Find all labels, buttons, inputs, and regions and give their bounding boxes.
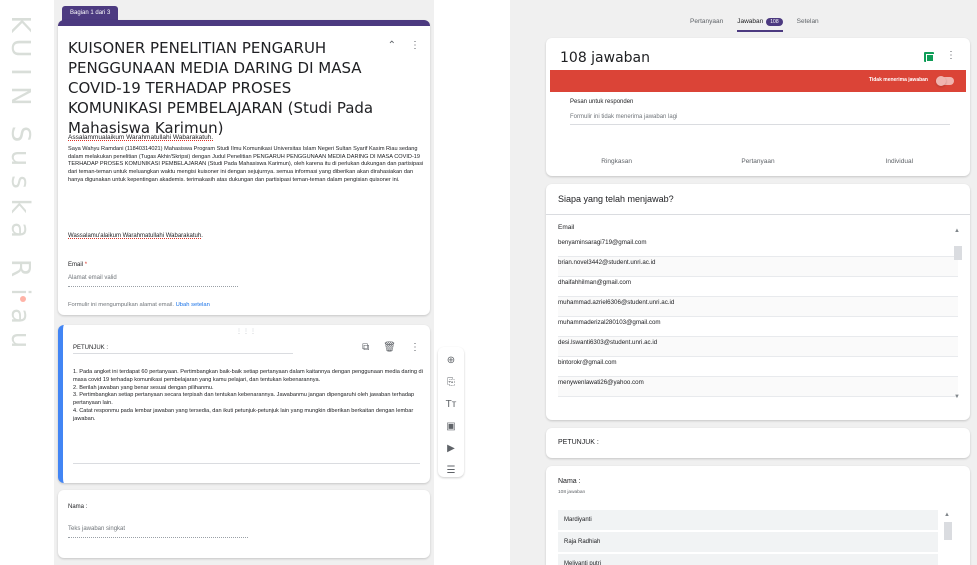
more-vert-icon[interactable]: ⋮ — [410, 342, 420, 353]
scroll-up-icon[interactable]: ▲ — [944, 512, 950, 518]
response-count: 108 jawaban — [560, 50, 651, 66]
email-collection-note: Formulir ini mengumpulkan alamat email. … — [68, 302, 210, 308]
email-list[interactable]: Email benyaminsaragi719@gmail.com brian.… — [558, 224, 958, 408]
subtab-question[interactable]: Pertanyaan — [687, 158, 828, 165]
petunjuk-question-card[interactable]: ⋮⋮⋮ PETUNJUK : ⧉ 🗑 ⋮ 1. Pada angket ini … — [58, 325, 430, 483]
top-tabs: Pertanyaan Jawaban 108 Setelan — [690, 18, 819, 32]
list-item: menywenlawati26@yahoo.com — [558, 377, 958, 397]
not-accepting-label: Tidak menerima jawaban — [868, 77, 928, 83]
divider — [73, 463, 420, 464]
nama-summary-card: Nama : 108 jawaban Mardiyanti Raja Radhi… — [546, 466, 970, 565]
responses-panel: Pertanyaan Jawaban 108 Setelan 108 jawaba… — [510, 0, 977, 565]
list-item: muhammaderizal280103@gmail.com — [558, 317, 958, 337]
form-editor-panel: Bagian 1 dari 3 KUISONER PENELITIAN PENG… — [54, 0, 434, 565]
list-item: benyaminsaragi719@gmail.com — [558, 237, 958, 257]
more-vert-icon[interactable]: ⋮ — [410, 40, 420, 51]
response-subtabs: Ringkasan Pertanyaan Individual — [546, 158, 970, 165]
petunjuk-summary-card: PETUNJUK : — [546, 428, 970, 458]
add-image-icon[interactable]: ▣ — [443, 419, 459, 435]
required-marker: * — [84, 262, 88, 268]
add-question-icon[interactable]: ⊕ — [443, 353, 459, 369]
respondents-title: Siapa yang telah menjawab? — [558, 194, 674, 204]
scrollbar-thumb[interactable] — [944, 522, 952, 540]
respondents-card: Siapa yang telah menjawab? Email benyami… — [546, 184, 970, 420]
duplicate-icon[interactable]: ⧉ — [362, 342, 369, 353]
subtab-individual[interactable]: Individual — [829, 158, 970, 165]
watermark-letter: u — [5, 331, 35, 349]
list-item: desi.lswanti6303@student.unri.ac.id — [558, 337, 958, 357]
nama-summary-title: Nama : — [558, 478, 581, 485]
watermark-dot — [20, 296, 26, 302]
form-title[interactable]: KUISONER PENELITIAN PENGARUH PENGGUNAAN … — [68, 38, 378, 138]
tab-settings[interactable]: Setelan — [797, 18, 819, 32]
import-questions-icon[interactable]: ⎘ — [443, 375, 459, 391]
list-item: Meliyanti putri — [558, 554, 938, 565]
list-item: Raja Radhiah — [558, 532, 938, 552]
form-description: Saya Wahyu Ramdani (11840314021) Mahasis… — [68, 146, 424, 183]
more-vert-icon[interactable]: ⋮ — [946, 50, 956, 61]
add-video-icon[interactable]: ▶ — [443, 441, 459, 457]
nama-question-card[interactable]: Nama : Teks jawaban singkat — [58, 490, 430, 558]
petunjuk-description[interactable]: 1. Pada angket ini terdapat 60 pertanyaa… — [73, 369, 433, 424]
drag-handle-icon[interactable]: ⋮⋮⋮ — [236, 328, 257, 335]
list-item: Mardiyanti — [558, 510, 938, 530]
form-title-card[interactable]: KUISONER PENELITIAN PENGARUH PENGGUNAAN … — [58, 20, 430, 315]
email-column-header: Email — [558, 224, 575, 231]
short-answer-field[interactable]: Teks jawaban singkat — [68, 526, 248, 538]
floating-toolbar: ⊕ ⎘ Tт ▣ ▶ ☰ — [438, 347, 464, 477]
accepting-responses-toggle[interactable] — [936, 76, 954, 86]
scroll-up-icon[interactable]: ▲ — [954, 228, 960, 234]
change-settings-link[interactable]: Ubah setelan — [176, 302, 210, 308]
list-item: brian.novel3442@student.unri.ac.id — [558, 257, 958, 277]
petunjuk-summary-title: PETUNJUK : — [558, 439, 599, 446]
collapse-icon[interactable]: ⌃ — [388, 40, 396, 51]
closing-text: Wassalamu'alaikum Warahmatullahi Wabarak… — [68, 233, 203, 239]
responses-summary-card: 108 jawaban ⋮ Tidak menerima jawaban Pes… — [546, 38, 970, 176]
nama-question-title: Nama : — [68, 504, 88, 510]
nama-response-count: 108 jawaban — [558, 490, 586, 495]
add-section-icon[interactable]: ☰ — [443, 463, 459, 479]
name-answer-list[interactable]: Mardiyanti Raja Radhiah Meliyanti putri — [558, 510, 938, 565]
list-item: bintorokr@gmail.com — [558, 357, 958, 377]
email-field-label: Email * — [68, 262, 88, 268]
divider — [546, 214, 970, 215]
scroll-down-icon[interactable]: ▼ — [954, 394, 960, 400]
add-title-icon[interactable]: Tт — [443, 397, 459, 413]
email-field[interactable]: Alamat email valid — [68, 275, 238, 287]
delete-icon[interactable]: 🗑 — [383, 342, 396, 353]
scrollbar-thumb[interactable] — [954, 246, 962, 260]
responses-count-badge: 108 — [766, 18, 783, 26]
greeting-text: Assalammualaikum Warahmatullahi Wabaraka… — [68, 134, 214, 141]
subtab-summary[interactable]: Ringkasan — [546, 158, 687, 165]
tab-questions[interactable]: Pertanyaan — [690, 18, 723, 32]
message-input[interactable]: Formulir ini tidak menerima jawaban lagi — [570, 114, 950, 125]
petunjuk-title-input[interactable]: PETUNJUK : — [73, 345, 293, 354]
section-tab[interactable]: Bagian 1 dari 3 — [62, 6, 119, 21]
message-title: Pesan untuk responden — [570, 99, 634, 105]
sheets-icon[interactable] — [924, 52, 934, 62]
tab-responses[interactable]: Jawaban 108 — [737, 18, 783, 32]
list-item: muhammad.azriel6306@student.unri.ac.id — [558, 297, 958, 317]
not-accepting-banner: Tidak menerima jawaban — [550, 70, 966, 92]
list-item: dhaifahhilman@gmail.com — [558, 277, 958, 297]
